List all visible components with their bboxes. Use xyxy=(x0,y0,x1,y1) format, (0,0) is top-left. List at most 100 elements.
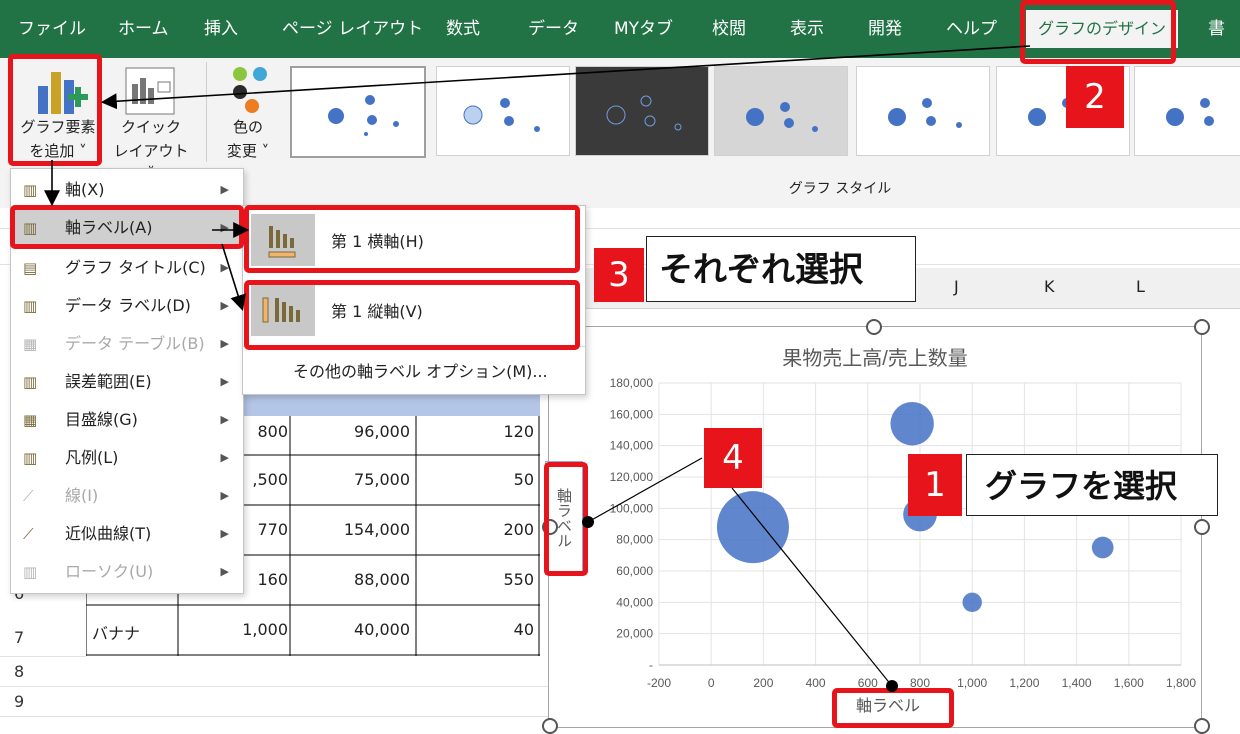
chart-styles-group-label: グラフ スタイル xyxy=(788,181,892,197)
chart-style-3[interactable] xyxy=(575,66,709,156)
x-tick-label: 0 xyxy=(708,676,715,690)
change-colors-button[interactable]: 色の 変更 ˅ xyxy=(212,58,282,168)
menu-item-legend[interactable]: ▥ 凡例(L) ▶ xyxy=(11,439,243,477)
tab-home[interactable]: ホーム xyxy=(118,10,169,48)
change-colors-label-1: 色の xyxy=(232,118,263,136)
step-badge-1: 1 xyxy=(908,454,962,516)
legend-icon: ▥ xyxy=(23,449,38,467)
table-cell[interactable]: 40 xyxy=(420,620,534,639)
tab-review[interactable]: 校閲 xyxy=(712,10,746,48)
row-number[interactable]: 7 xyxy=(0,628,54,647)
more-axis-title-options[interactable]: その他の軸ラベル オプション(M)... xyxy=(293,358,548,382)
chart-style-7[interactable] xyxy=(1134,66,1240,156)
chevron-right-icon: ▶ xyxy=(220,261,229,274)
menu-item-label: 凡例(L) xyxy=(65,448,119,467)
menu-item-label: 線(I) xyxy=(65,486,99,505)
table-cell[interactable]: 75,000 xyxy=(300,470,410,489)
table-cell[interactable]: 160 xyxy=(246,570,288,589)
tab-my-tab[interactable]: MYタブ xyxy=(614,10,673,48)
tab-data[interactable]: データ xyxy=(528,10,579,48)
resize-handle[interactable] xyxy=(866,319,882,335)
y-tick-label: 160,000 xyxy=(610,407,654,421)
tab-page-layout[interactable]: ページ レイアウト xyxy=(282,10,423,48)
y-tick-label: 180,000 xyxy=(610,376,654,390)
chart-title-icon: ▤ xyxy=(23,259,38,277)
bubble-point xyxy=(962,592,982,613)
quick-layout-button[interactable]: クイック レイアウト ˅ xyxy=(108,58,198,182)
resize-handle[interactable] xyxy=(1194,319,1210,335)
row-number[interactable]: 8 xyxy=(0,662,54,681)
chart-style-4[interactable] xyxy=(714,66,848,156)
gridline xyxy=(0,656,86,657)
table-cell[interactable]: 1,000 xyxy=(206,620,288,639)
bubble-point xyxy=(716,491,789,564)
chart-style-1[interactable] xyxy=(290,66,426,158)
chevron-right-icon: ▶ xyxy=(220,413,229,426)
menu-item-axes[interactable]: ▥ 軸(X) ▶ xyxy=(11,171,243,209)
tab-formulas[interactable]: 数式 xyxy=(446,10,480,48)
chevron-right-icon: ▶ xyxy=(220,299,229,312)
x-tick-label: 1,400 xyxy=(1062,676,1092,690)
y-tick-label: 20,000 xyxy=(616,627,653,641)
x-tick-label: 200 xyxy=(753,676,773,690)
menu-item-trendline[interactable]: ⟋ 近似曲線(T) ▶ xyxy=(11,515,243,553)
chevron-right-icon: ▶ xyxy=(220,527,229,540)
bubble-chart[interactable]: 果物売上高/売上数量 - 20,000 40,000 60,000 80,000 100,… xyxy=(545,326,1202,728)
menu-item-error-bars[interactable]: ▥ 誤差範囲(E) ▶ xyxy=(11,363,243,401)
gridline xyxy=(0,716,548,717)
column-header-j[interactable]: J xyxy=(954,277,959,296)
highlight-chart-design-tab xyxy=(1020,0,1176,64)
table-cell[interactable]: 770 xyxy=(246,520,288,539)
table-cell[interactable]: 800 xyxy=(246,422,288,441)
menu-item-updown-bars: ▥ ローソク(U) ▶ xyxy=(11,553,243,591)
row-number[interactable]: 9 xyxy=(0,692,54,711)
chevron-right-icon: ▶ xyxy=(220,565,229,578)
menu-item-chart-title[interactable]: ▤ グラフ タイトル(C) ▶ xyxy=(11,249,243,287)
menu-item-label: 目盛線(G) xyxy=(65,410,138,429)
chart-title[interactable]: 果物売上高/売上数量 xyxy=(782,347,968,370)
error-bars-icon: ▥ xyxy=(23,373,38,391)
tab-file[interactable]: ファイル xyxy=(18,10,86,48)
tab-developer[interactable]: 開発 xyxy=(868,10,902,48)
column-header-l[interactable]: L xyxy=(1136,277,1145,296)
table-cell[interactable]: 50 xyxy=(420,470,534,489)
highlight-primary-horizontal xyxy=(244,205,580,273)
trendline-icon: ⟋ xyxy=(23,525,34,543)
y-tick-label: 100,000 xyxy=(610,501,654,515)
chart-style-5[interactable] xyxy=(856,66,990,156)
table-cell[interactable]: 40,000 xyxy=(300,620,410,639)
column-header-k[interactable]: K xyxy=(1044,277,1055,296)
highlight-add-chart-element xyxy=(8,54,102,166)
chevron-right-icon: ▶ xyxy=(220,183,229,196)
table-cell[interactable]: ,500 xyxy=(246,470,288,489)
table-cell[interactable]: 154,000 xyxy=(300,520,410,539)
y-tick-label: 120,000 xyxy=(610,470,654,484)
tab-insert[interactable]: 挿入 xyxy=(204,10,238,48)
table-cell[interactable]: 550 xyxy=(420,570,534,589)
chevron-right-icon: ▶ xyxy=(220,337,229,350)
highlight-horizontal-axis-label xyxy=(832,688,954,728)
table-cell[interactable]: 200 xyxy=(420,520,534,539)
menu-item-gridlines[interactable]: ▦ 目盛線(G) ▶ xyxy=(11,401,243,439)
tab-format-partial[interactable]: 書 xyxy=(1208,10,1225,48)
step-badge-2: 2 xyxy=(1066,66,1124,128)
bubble-point xyxy=(1091,536,1114,559)
chart-style-2[interactable] xyxy=(436,66,570,156)
menu-item-data-labels[interactable]: ▥ データ ラベル(D) ▶ xyxy=(11,287,243,325)
y-tick-label: 60,000 xyxy=(616,564,653,578)
menu-item-label: データ ラベル(D) xyxy=(65,296,191,315)
bubble-point xyxy=(890,402,934,446)
menu-item-label: 近似曲線(T) xyxy=(65,524,152,543)
tab-view[interactable]: 表示 xyxy=(790,10,824,48)
updown-bars-icon: ▥ xyxy=(23,563,38,581)
table-cell[interactable]: バナナ xyxy=(92,620,172,644)
table-cell[interactable]: 96,000 xyxy=(300,422,410,441)
table-cell[interactable]: 88,000 xyxy=(300,570,410,589)
color-palette-icon xyxy=(233,67,267,113)
y-tick-label: 80,000 xyxy=(616,533,653,547)
table-cell[interactable]: 120 xyxy=(420,422,534,441)
tab-help[interactable]: ヘルプ xyxy=(946,10,997,48)
chevron-right-icon: ▶ xyxy=(220,489,229,502)
resize-handle[interactable] xyxy=(1194,519,1210,535)
y-tick-label: 140,000 xyxy=(610,439,654,453)
